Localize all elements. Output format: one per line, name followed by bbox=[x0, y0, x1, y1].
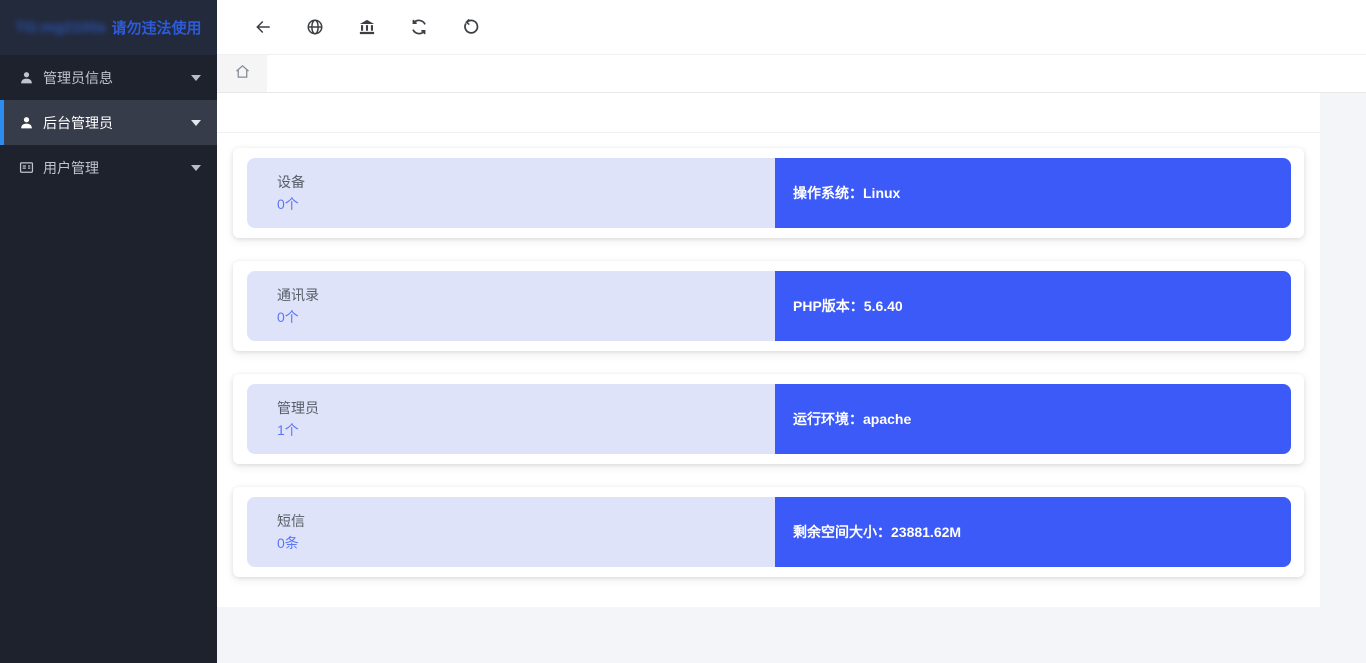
sidebar-brand: TG:mg2100a 请勿违法使用 bbox=[0, 0, 217, 55]
stat-info-text: 操作系统：Linux bbox=[793, 183, 900, 203]
stat-count: 0条 bbox=[277, 533, 775, 553]
stat-info-panel: 运行环境：apache bbox=[775, 384, 1291, 454]
sidebar-item-label: 后台管理员 bbox=[43, 113, 113, 133]
reload-circle-icon[interactable] bbox=[461, 17, 481, 37]
sidebar-item-admin-info[interactable]: 管理员信息 bbox=[0, 55, 217, 100]
stat-card: 通讯录 0个 PHP版本：5.6.40 bbox=[233, 261, 1304, 351]
brand-warning-text: 请勿违法使用 bbox=[112, 17, 202, 38]
stat-info-text: 剩余空间大小：23881.62M bbox=[793, 522, 961, 542]
stat-left-panel: 管理员 1个 bbox=[247, 384, 775, 454]
user-icon bbox=[18, 70, 34, 86]
stat-card: 管理员 1个 运行环境：apache bbox=[233, 374, 1304, 464]
sidebar-item-user-management[interactable]: 用户管理 bbox=[0, 145, 217, 190]
stat-card: 设备 0个 操作系统：Linux bbox=[233, 148, 1304, 238]
main-content: 设备 0个 操作系统：Linux 通讯录 0个 PHP版本：5.6.40 管理员… bbox=[217, 93, 1320, 607]
globe-icon[interactable] bbox=[305, 17, 325, 37]
stat-card: 短信 0条 剩余空间大小：23881.62M bbox=[233, 487, 1304, 577]
bank-icon[interactable] bbox=[357, 17, 377, 37]
stat-left-panel: 通讯录 0个 bbox=[247, 271, 775, 341]
stat-label: 通讯录 bbox=[277, 285, 775, 305]
top-toolbar bbox=[217, 0, 1366, 55]
back-icon[interactable] bbox=[253, 17, 273, 37]
stat-card-inner: 管理员 1个 运行环境：apache bbox=[247, 384, 1291, 454]
brand-blurred-text: TG:mg2100a bbox=[15, 19, 105, 36]
stat-label: 设备 bbox=[277, 172, 775, 192]
stat-info-panel: 操作系统：Linux bbox=[775, 158, 1291, 228]
content-header-band bbox=[217, 93, 1320, 133]
stat-info-text: 运行环境：apache bbox=[793, 409, 911, 429]
stat-card-inner: 设备 0个 操作系统：Linux bbox=[247, 158, 1291, 228]
sidebar: TG:mg2100a 请勿违法使用 管理员信息 后台管理员 用户管理 bbox=[0, 0, 217, 663]
stat-label: 管理员 bbox=[277, 398, 775, 418]
tab-bar bbox=[217, 55, 1366, 93]
stat-count: 0个 bbox=[277, 194, 775, 214]
stat-info-panel: PHP版本：5.6.40 bbox=[775, 271, 1291, 341]
stat-card-inner: 通讯录 0个 PHP版本：5.6.40 bbox=[247, 271, 1291, 341]
stat-info-panel: 剩余空间大小：23881.62M bbox=[775, 497, 1291, 567]
chevron-down-icon bbox=[191, 75, 201, 81]
stats-list: 设备 0个 操作系统：Linux 通讯录 0个 PHP版本：5.6.40 管理员… bbox=[217, 133, 1320, 577]
stat-card-inner: 短信 0条 剩余空间大小：23881.62M bbox=[247, 497, 1291, 567]
stat-left-panel: 设备 0个 bbox=[247, 158, 775, 228]
stat-count: 1个 bbox=[277, 420, 775, 440]
stat-left-panel: 短信 0条 bbox=[247, 497, 775, 567]
stat-info-text: PHP版本：5.6.40 bbox=[793, 296, 903, 316]
refresh-icon[interactable] bbox=[409, 17, 429, 37]
chevron-down-icon bbox=[191, 165, 201, 171]
stat-count: 0个 bbox=[277, 307, 775, 327]
sidebar-item-label: 管理员信息 bbox=[43, 68, 113, 88]
stat-label: 短信 bbox=[277, 511, 775, 531]
tab-home[interactable] bbox=[217, 55, 267, 92]
chevron-down-icon bbox=[191, 120, 201, 126]
id-card-icon bbox=[18, 160, 34, 176]
user-icon bbox=[18, 115, 34, 131]
sidebar-item-backend-admin[interactable]: 后台管理员 bbox=[0, 100, 217, 145]
sidebar-item-label: 用户管理 bbox=[43, 158, 99, 178]
home-icon bbox=[234, 63, 251, 85]
